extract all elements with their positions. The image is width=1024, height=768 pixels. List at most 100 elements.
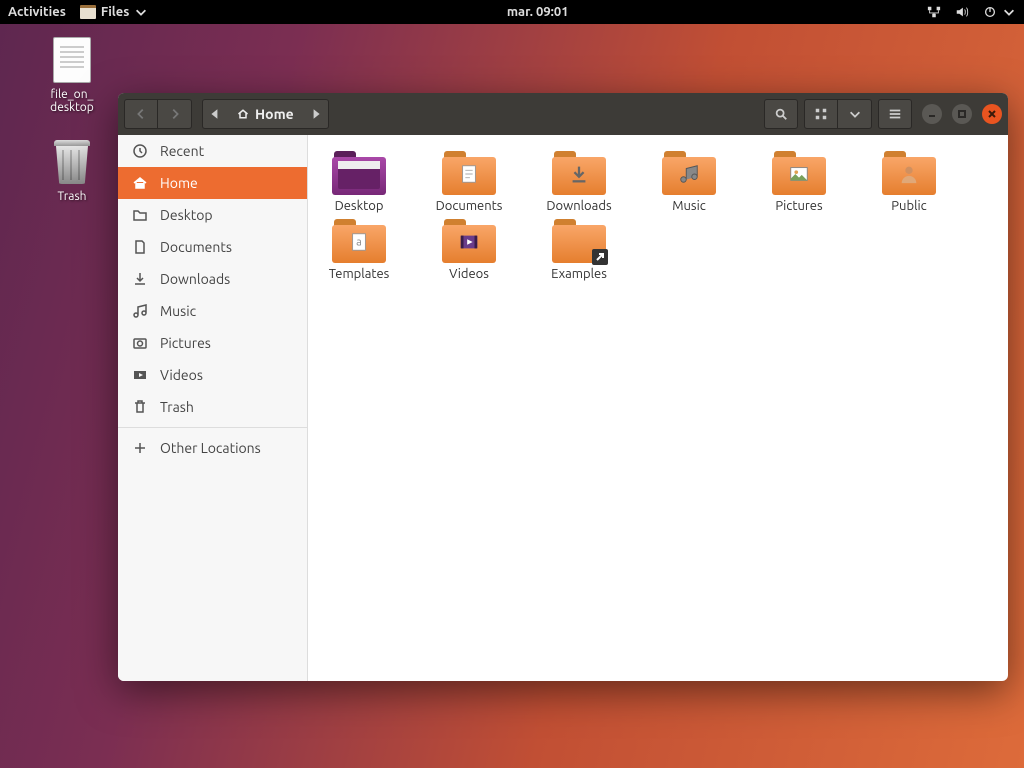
files-menu-label: Files (101, 5, 129, 19)
sidebar-divider (118, 427, 307, 428)
folder-label: Downloads (536, 199, 622, 213)
triangle-right-icon (310, 108, 322, 120)
window-titlebar[interactable]: Home (118, 93, 1008, 135)
shortcut-badge-icon (592, 249, 608, 265)
sidebar-item-home[interactable]: Home (118, 167, 307, 199)
sidebar-item-label: Trash (160, 399, 194, 415)
folder-icon: a (332, 217, 386, 263)
sidebar-item-label: Videos (160, 367, 203, 383)
music-overlay-icon (678, 163, 700, 185)
sidebar-item-documents[interactable]: Documents (118, 231, 307, 263)
path-home-label: Home (255, 106, 294, 122)
sidebar-item-desktop[interactable]: Desktop (118, 199, 307, 231)
search-button[interactable] (764, 99, 798, 129)
chevron-down-icon (848, 107, 862, 121)
clock-icon (132, 143, 148, 159)
maximize-button[interactable] (952, 104, 972, 124)
folder-icon (772, 149, 826, 195)
documents-overlay-icon (458, 163, 480, 185)
sidebar-item-videos[interactable]: Videos (118, 359, 307, 391)
top-panel: Activities Files mar. 09:01 (0, 0, 1024, 24)
network-icon (927, 5, 941, 19)
folder-icon (332, 149, 386, 195)
files-window: Home Recent Home Desktop (118, 93, 1008, 681)
path-next[interactable] (304, 99, 329, 129)
chevron-right-icon (168, 107, 182, 121)
path-bar[interactable]: Home (202, 99, 329, 129)
chevron-down-icon (134, 5, 148, 19)
svg-text:a: a (356, 237, 362, 249)
triangle-left-icon (209, 108, 221, 120)
folder-content-area[interactable]: Desktop Documents Downloads Music Pictures Pu… (308, 135, 1008, 681)
maximize-icon (957, 109, 967, 119)
pictures-overlay-icon (788, 163, 810, 185)
folder-label: Public (866, 199, 952, 213)
folder-public[interactable]: Public (866, 149, 952, 213)
document-icon (132, 239, 148, 255)
volume-indicator[interactable] (955, 5, 969, 19)
sidebar-item-label: Downloads (160, 271, 230, 287)
view-dropdown-button[interactable] (838, 99, 872, 129)
path-prev[interactable] (202, 99, 227, 129)
home-icon (132, 175, 148, 191)
folder-label: Music (646, 199, 732, 213)
templates-overlay-icon: a (348, 231, 370, 253)
folder-label: Videos (426, 267, 512, 281)
trash-icon (132, 399, 148, 415)
search-icon (774, 107, 788, 121)
chevron-left-icon (134, 107, 148, 121)
sidebar: Recent Home Desktop Documents Downloads … (118, 135, 308, 681)
public-overlay-icon (898, 163, 920, 185)
panel-clock[interactable]: mar. 09:01 (148, 5, 927, 19)
sidebar-item-label: Pictures (160, 335, 211, 351)
folder-icon (552, 149, 606, 195)
forward-button[interactable] (158, 99, 192, 129)
folder-label: Templates (316, 267, 402, 281)
hamburger-menu-button[interactable] (878, 99, 912, 129)
videos-overlay-icon (458, 231, 480, 253)
folder-examples[interactable]: Examples (536, 217, 622, 281)
desktop-trash-icon[interactable]: Trash (32, 138, 112, 203)
menu-icon (888, 107, 902, 121)
back-button[interactable] (124, 99, 158, 129)
desktop-file-label: file_on_ desktop (32, 88, 112, 114)
folder-label: Documents (426, 199, 512, 213)
folder-videos[interactable]: Videos (426, 217, 512, 281)
downloads-overlay-icon (568, 163, 590, 185)
files-menu[interactable]: Files (80, 5, 148, 19)
folder-label: Pictures (756, 199, 842, 213)
view-grid-button[interactable] (804, 99, 838, 129)
download-icon (132, 271, 148, 287)
close-button[interactable] (982, 104, 1002, 124)
video-icon (132, 367, 148, 383)
sidebar-item-other-locations[interactable]: Other Locations (118, 432, 307, 464)
folder-templates[interactable]: a Templates (316, 217, 402, 281)
folder-label: Desktop (316, 199, 402, 213)
minimize-button[interactable] (922, 104, 942, 124)
folder-downloads[interactable]: Downloads (536, 149, 622, 213)
desktop-file-icon[interactable]: file_on_ desktop (32, 36, 112, 114)
volume-icon (955, 5, 969, 19)
folder-icon (132, 207, 148, 223)
sidebar-item-pictures[interactable]: Pictures (118, 327, 307, 359)
power-menu[interactable] (983, 5, 1016, 19)
activities-button[interactable]: Activities (8, 5, 66, 19)
network-indicator[interactable] (927, 5, 941, 19)
folder-documents[interactable]: Documents (426, 149, 512, 213)
power-icon (983, 5, 997, 19)
desktop-trash-label: Trash (32, 190, 112, 203)
sidebar-item-recent[interactable]: Recent (118, 135, 307, 167)
camera-icon (132, 335, 148, 351)
sidebar-item-music[interactable]: Music (118, 295, 307, 327)
folder-label: Examples (536, 267, 622, 281)
path-home[interactable]: Home (227, 99, 304, 129)
chevron-down-icon (1002, 5, 1016, 19)
folder-music[interactable]: Music (646, 149, 732, 213)
files-app-icon (80, 5, 96, 19)
folder-pictures[interactable]: Pictures (756, 149, 842, 213)
sidebar-item-downloads[interactable]: Downloads (118, 263, 307, 295)
desktop-icons: file_on_ desktop Trash (32, 36, 112, 203)
folder-desktop[interactable]: Desktop (316, 149, 402, 213)
sidebar-item-trash[interactable]: Trash (118, 391, 307, 423)
folder-icon (442, 149, 496, 195)
